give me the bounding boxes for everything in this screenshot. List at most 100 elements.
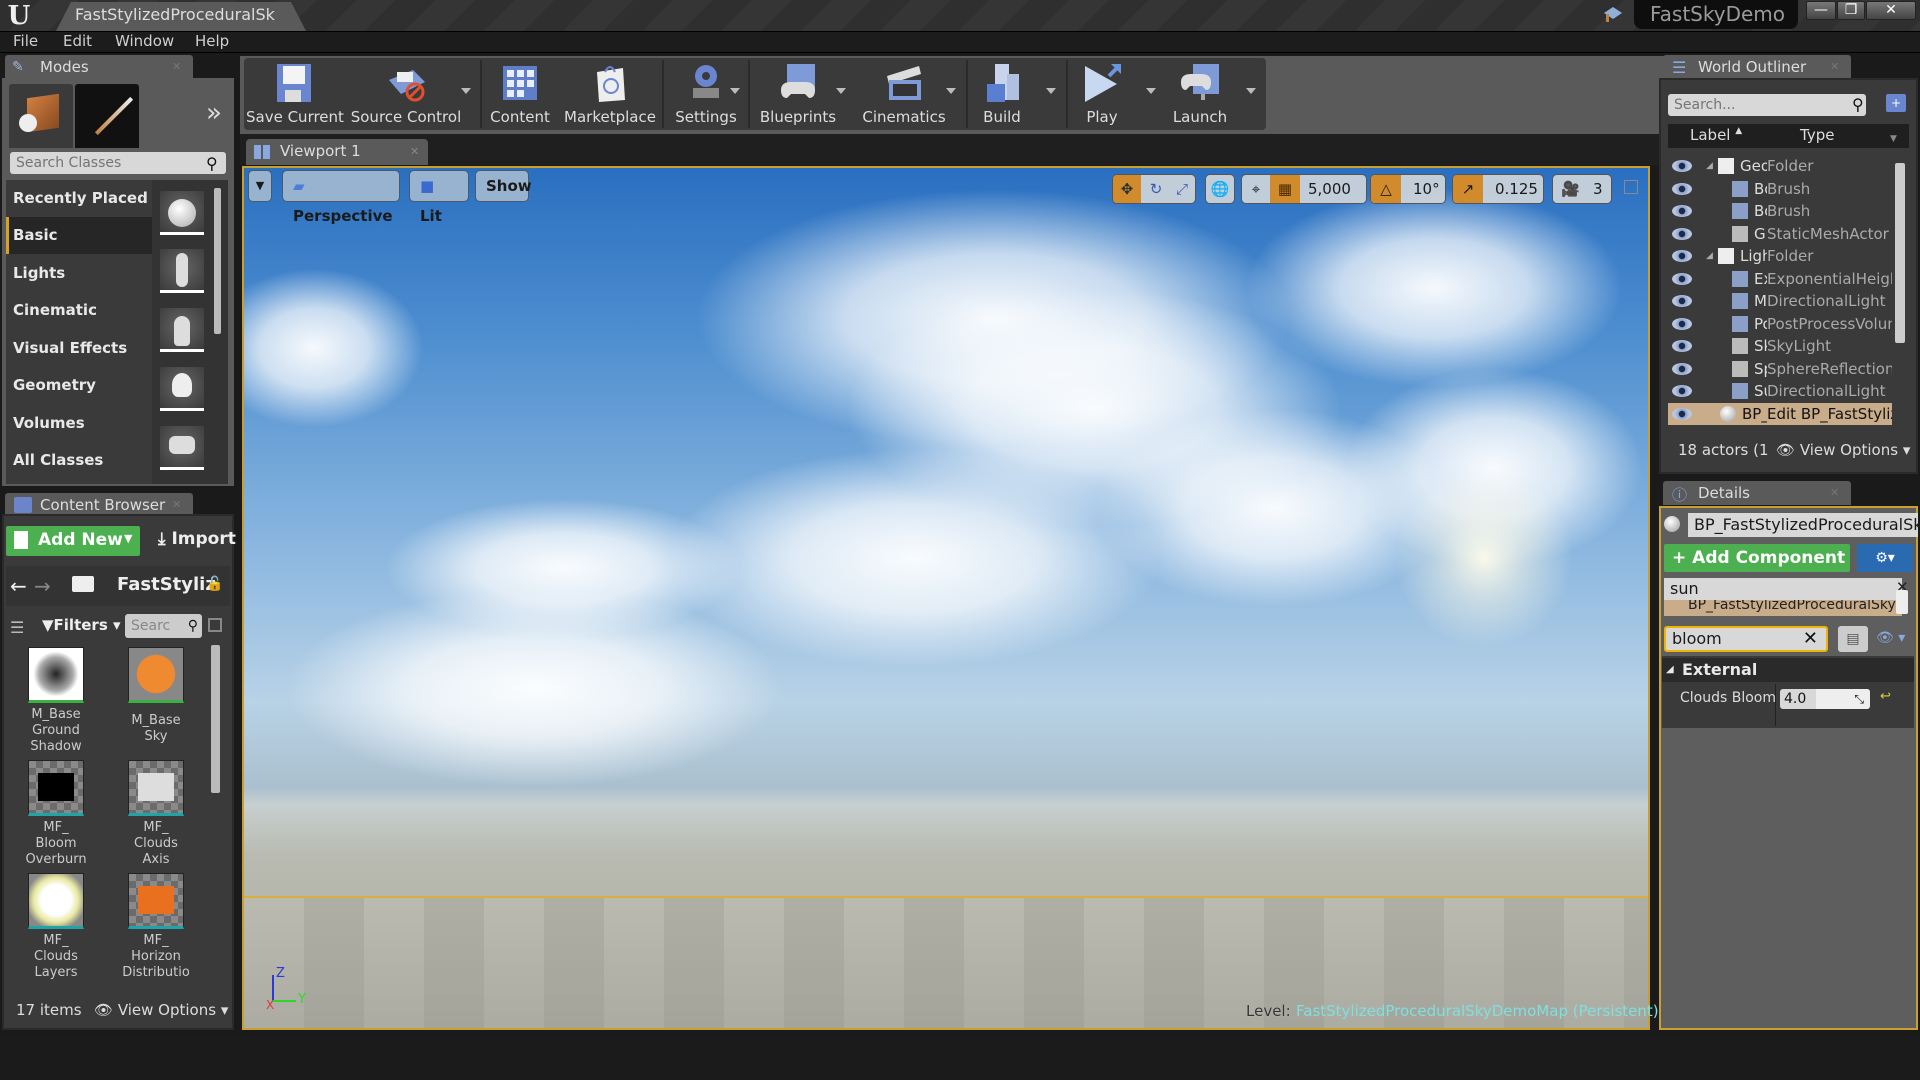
add-new-button[interactable]: Add New ▼ [6, 526, 140, 556]
details-tab[interactable] [1663, 481, 1851, 505]
save-search-icon[interactable] [208, 618, 222, 632]
category-external[interactable]: ◢ External [1662, 658, 1914, 682]
outliner-view-options-button[interactable]: 👁 View Options ▾ [1776, 441, 1910, 459]
content-button[interactable]: Content [484, 58, 556, 130]
character-icon[interactable] [160, 249, 204, 293]
visibility-eye-icon[interactable] [1672, 362, 1692, 375]
settings-dropdown-icon[interactable] [730, 88, 740, 94]
perspective-button[interactable]: ▰ Perspective [282, 170, 400, 225]
source-control-dropdown-icon[interactable] [461, 88, 471, 94]
menu-window[interactable]: Window [115, 31, 174, 52]
blueprints-dropdown-icon[interactable] [836, 88, 846, 94]
viewport-tab[interactable]: Viewport 1 ✕ [246, 139, 428, 165]
property-matrix-icon[interactable]: ▤ [1838, 626, 1868, 652]
asset-label[interactable]: MF_ Horizon Distributio [108, 933, 204, 981]
forward-arrow-icon[interactable]: → [34, 574, 51, 598]
cinematics-button[interactable]: Cinematics [856, 58, 952, 130]
asset-thumbnail[interactable] [128, 760, 184, 816]
asset-thumbnail[interactable] [28, 760, 84, 816]
details-view-options[interactable]: 👁 ▾ [1876, 630, 1905, 646]
asset-scrollbar[interactable] [211, 645, 220, 793]
visibility-eye-icon[interactable] [1672, 340, 1692, 352]
viewport-close-icon[interactable]: ✕ [410, 145, 419, 158]
category-lights[interactable]: Lights [6, 255, 152, 292]
outliner-search-input[interactable] [1668, 94, 1866, 116]
path-breadcrumb[interactable]: FastStyliz [117, 574, 216, 595]
category-visual-effects[interactable]: Visual Effects [6, 330, 152, 367]
clouds-bloom-input[interactable]: 4.0 ⤡ [1780, 689, 1870, 709]
outliner-row[interactable]: BoxBrushBrush [1668, 178, 1892, 200]
asset-label[interactable]: MF_ Bloom Overburn [8, 820, 104, 868]
details-close-icon[interactable]: ✕ [1830, 486, 1839, 499]
scale-icon[interactable]: ⤢ [1169, 175, 1195, 203]
translate-icon[interactable]: ✥ [1113, 175, 1141, 203]
build-dropdown-icon[interactable] [1046, 88, 1056, 94]
maximize-viewport-icon[interactable] [1624, 180, 1638, 194]
outliner-row[interactable]: ◢ GeometryFolder [1668, 155, 1892, 177]
asset-thumbnail[interactable] [128, 647, 184, 703]
lit-button[interactable]: ■ Lit [409, 170, 469, 225]
build-button[interactable]: Build [970, 58, 1034, 130]
cinematics-dropdown-icon[interactable] [946, 88, 956, 94]
blueprints-button[interactable]: Blueprints [752, 58, 844, 130]
lock-icon[interactable]: 🔓 [206, 576, 223, 592]
category-all-classes[interactable]: All Classes [6, 442, 152, 479]
import-button[interactable]: ⤓ Import [158, 529, 236, 549]
visibility-eye-icon[interactable] [1672, 407, 1692, 420]
back-arrow-icon[interactable]: ← [10, 574, 27, 598]
sphere-icon[interactable] [160, 191, 204, 235]
content-browser-close-icon[interactable]: ✕ [172, 498, 181, 511]
folder-open-icon[interactable] [72, 576, 94, 592]
player-start-icon[interactable] [160, 426, 204, 470]
search-classes-input[interactable] [10, 152, 226, 174]
asset-thumbnail[interactable] [28, 873, 84, 929]
component-tree-row[interactable]: BP_FastStylizedProceduralSky [1664, 600, 1902, 616]
scale-snap-value[interactable]: 0.125 [1495, 175, 1538, 203]
outliner-row[interactable]: SkyLightSkyLight [1668, 335, 1892, 357]
outliner-row[interactable]: SunDirectionalLight [1668, 380, 1892, 402]
category-geometry[interactable]: Geometry [6, 367, 152, 404]
outliner-row[interactable]: ◢ LightingFolder [1668, 245, 1892, 267]
pawn-icon[interactable] [160, 308, 204, 352]
menu-edit[interactable]: Edit [63, 31, 92, 52]
rotation-snap-icon[interactable]: △ [1371, 175, 1401, 203]
expand-arrow-icon[interactable]: ◢ [1706, 155, 1713, 177]
camera-speed-button[interactable]: 🎥 3 [1552, 174, 1612, 204]
asset-label[interactable]: M_Base Sky [108, 713, 204, 745]
placeables-scrollbar[interactable] [214, 188, 221, 334]
grid-snap-value[interactable]: 5,000 [1308, 175, 1351, 203]
launch-dropdown-icon[interactable] [1246, 88, 1256, 94]
asset-label[interactable]: M_Base Ground Shadow [8, 707, 104, 755]
create-folder-icon[interactable]: + [1886, 94, 1906, 112]
column-options-icon[interactable]: ▼ [1890, 134, 1897, 144]
component-search-field[interactable]: sun [1664, 578, 1902, 600]
actor-name-field[interactable]: BP_FastStylizedProceduralSky [1688, 513, 1918, 537]
asset-search-field[interactable]: Searc ⚲ [125, 614, 202, 638]
outliner-row[interactable]: BP_FastStylizedProceduralSkyEdit BP_Fast… [1668, 402, 1892, 425]
modes-close-icon[interactable]: ✕ [172, 60, 181, 73]
outliner-row[interactable]: SphereReflectionCaptureSphereReflectionC… [1668, 358, 1892, 380]
asset-thumbnail[interactable] [28, 647, 84, 703]
asset-label[interactable]: MF_ Clouds Layers [8, 933, 104, 981]
type-column-header[interactable]: Type [1800, 126, 1834, 144]
restore-button[interactable]: ❐ [1837, 1, 1865, 20]
outliner-row[interactable]: GroundStaticMeshActor [1668, 223, 1892, 245]
component-scrollbar[interactable] [1896, 590, 1908, 614]
source-control-button[interactable]: Source Control [348, 58, 464, 130]
visibility-eye-icon[interactable] [1672, 272, 1692, 285]
place-mode-button[interactable] [9, 84, 73, 148]
category-volumes[interactable]: Volumes [6, 405, 152, 442]
marketplace-button[interactable]: Marketplace [560, 58, 660, 130]
scale-snap-icon[interactable]: ↗ [1453, 175, 1483, 203]
add-component-button[interactable]: + Add Component ▼ [1664, 544, 1850, 594]
close-button[interactable]: ✕ [1866, 1, 1916, 20]
reset-to-default-icon[interactable]: ↩ [1880, 689, 1891, 704]
surface-snap-icon[interactable]: ⌖ [1242, 175, 1270, 203]
visibility-eye-icon[interactable] [1672, 295, 1692, 307]
outliner-row[interactable]: BoxBrushBrush [1668, 200, 1892, 222]
world-local-toggle[interactable]: 🌐 [1205, 174, 1235, 204]
outliner-row[interactable]: ExponentialHeightFogExponentialHeightFog [1668, 268, 1892, 290]
label-column-header[interactable]: Label ▲ [1690, 126, 1742, 144]
paint-mode-button[interactable] [75, 84, 139, 148]
visibility-eye-icon[interactable] [1672, 227, 1692, 240]
